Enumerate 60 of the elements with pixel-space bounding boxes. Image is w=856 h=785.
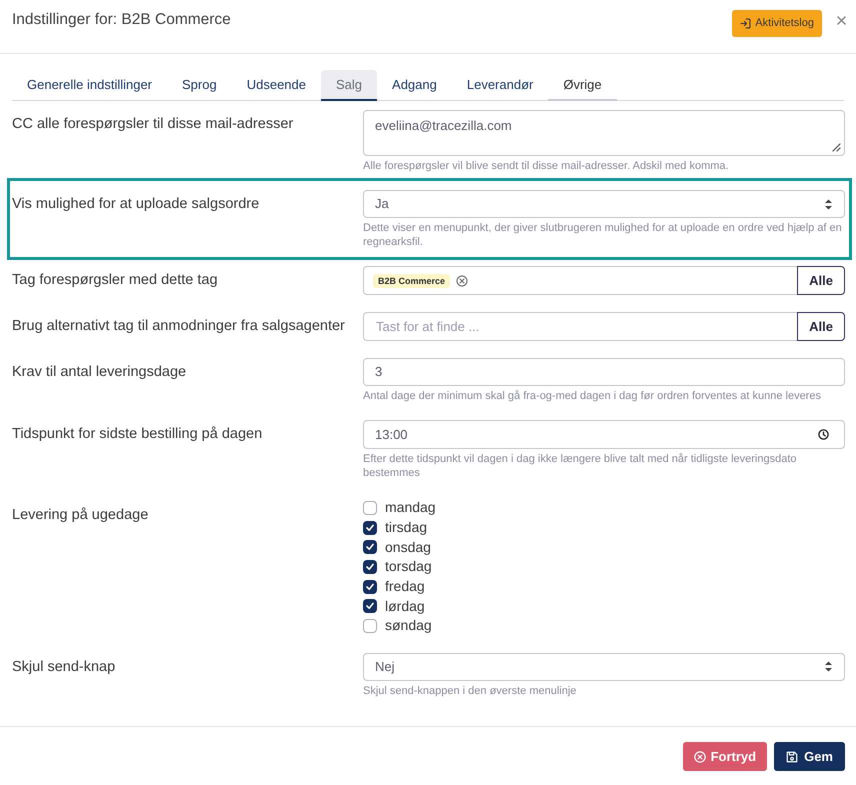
tag-input-field[interactable]: B2B Commerce <box>363 266 797 295</box>
all-button[interactable]: Alle <box>797 312 845 341</box>
checkbox-label[interactable]: søndag <box>385 616 432 636</box>
check-icon <box>366 543 374 552</box>
check-icon <box>366 524 374 532</box>
time-field[interactable]: 13:00 <box>363 420 845 449</box>
field-label: Tidspunkt for sidste bestilling på dagen <box>12 425 264 444</box>
help-text: Antal dage der minimum skal gå fra-og-med dagen i dag før ordren forventes at kunne leveres <box>363 389 822 403</box>
up-down-chevron-icon <box>824 198 833 210</box>
tab[interactable]: Leverandør <box>452 70 548 101</box>
tab[interactable]: Sprog <box>167 70 232 101</box>
help-text: Skjul send-knappen i den øverste menulinje <box>363 684 578 698</box>
field-label: Krav til antal leveringsdage <box>12 363 188 382</box>
check-icon <box>366 562 374 571</box>
all-button[interactable]: Alle <box>797 266 845 295</box>
checkbox[interactable] <box>363 618 377 633</box>
tab[interactable]: Øvrige <box>548 70 617 101</box>
field-label: Skjul send-knap <box>12 658 116 677</box>
checkbox-label[interactable]: lørdag <box>385 596 425 616</box>
check-icon <box>366 602 374 610</box>
tab[interactable]: Adgang <box>377 70 452 101</box>
clock-icon <box>818 429 829 440</box>
close-icon[interactable] <box>837 16 846 25</box>
save-button[interactable]: Gem <box>774 742 845 771</box>
checkbox[interactable] <box>363 520 377 535</box>
check-icon <box>366 582 374 591</box>
help-text: Alle forespørgsler vil blive sendt til disse mail-adresser. Adskil med komma. <box>363 159 730 173</box>
checkbox-label[interactable]: mandag <box>385 498 436 518</box>
circle-x-icon <box>456 274 468 286</box>
up-down-chevron-icon <box>824 660 833 674</box>
select-field[interactable]: Nej <box>363 652 845 681</box>
checkbox[interactable] <box>363 599 377 614</box>
checkbox[interactable] <box>363 560 377 574</box>
circle-x-icon <box>694 750 706 762</box>
tab[interactable]: Salg <box>321 70 378 101</box>
tab[interactable]: Udseende <box>232 70 321 101</box>
select-field[interactable]: Ja <box>363 190 845 218</box>
cancel-button[interactable]: Fortryd <box>682 742 768 771</box>
checkbox[interactable] <box>363 540 377 554</box>
field-label: Levering på ugedage <box>12 506 150 525</box>
resize-handle-icon <box>832 143 841 152</box>
help-text: Dette viser en menupunkt, der giver slutbrugeren mulighed for at uploade en ordre ved hjælp af en regnearksfil. <box>363 221 843 249</box>
checkbox-label[interactable]: torsdag <box>385 557 432 576</box>
checkbox-label[interactable]: tirsdag <box>385 518 428 538</box>
field-label: CC alle forespørgsler til disse mail-adresser <box>12 115 294 134</box>
field-label: Vis mulighed for at uploade salgsordre <box>12 195 260 214</box>
email-textarea[interactable]: eveliina@tracezilla.com <box>363 110 845 156</box>
checkbox[interactable] <box>363 580 377 594</box>
help-text: Efter dette tidspunkt vil dagen i dag ikke længere blive talt med når tidligste leveringsdato bestemmes <box>363 452 798 480</box>
activity-log-button[interactable]: Aktivitetslog <box>732 10 822 37</box>
checkbox[interactable] <box>363 500 377 515</box>
tab[interactable]: Generelle indstillinger <box>12 70 168 101</box>
sign-in-icon <box>740 18 752 29</box>
field-label: Brug alternativt tag til anmodninger fra salgsagenter <box>12 317 346 336</box>
field-label: Tag forespørgsler med dette tag <box>12 271 219 290</box>
number-field[interactable]: 3 <box>363 358 845 386</box>
checkbox-label[interactable]: fredag <box>385 577 425 596</box>
tag-chip: B2B Commerce <box>373 274 450 288</box>
dialog-title: Indstillinger for: B2B Commerce <box>12 10 231 30</box>
checkbox-label[interactable]: onsdag <box>385 538 431 557</box>
